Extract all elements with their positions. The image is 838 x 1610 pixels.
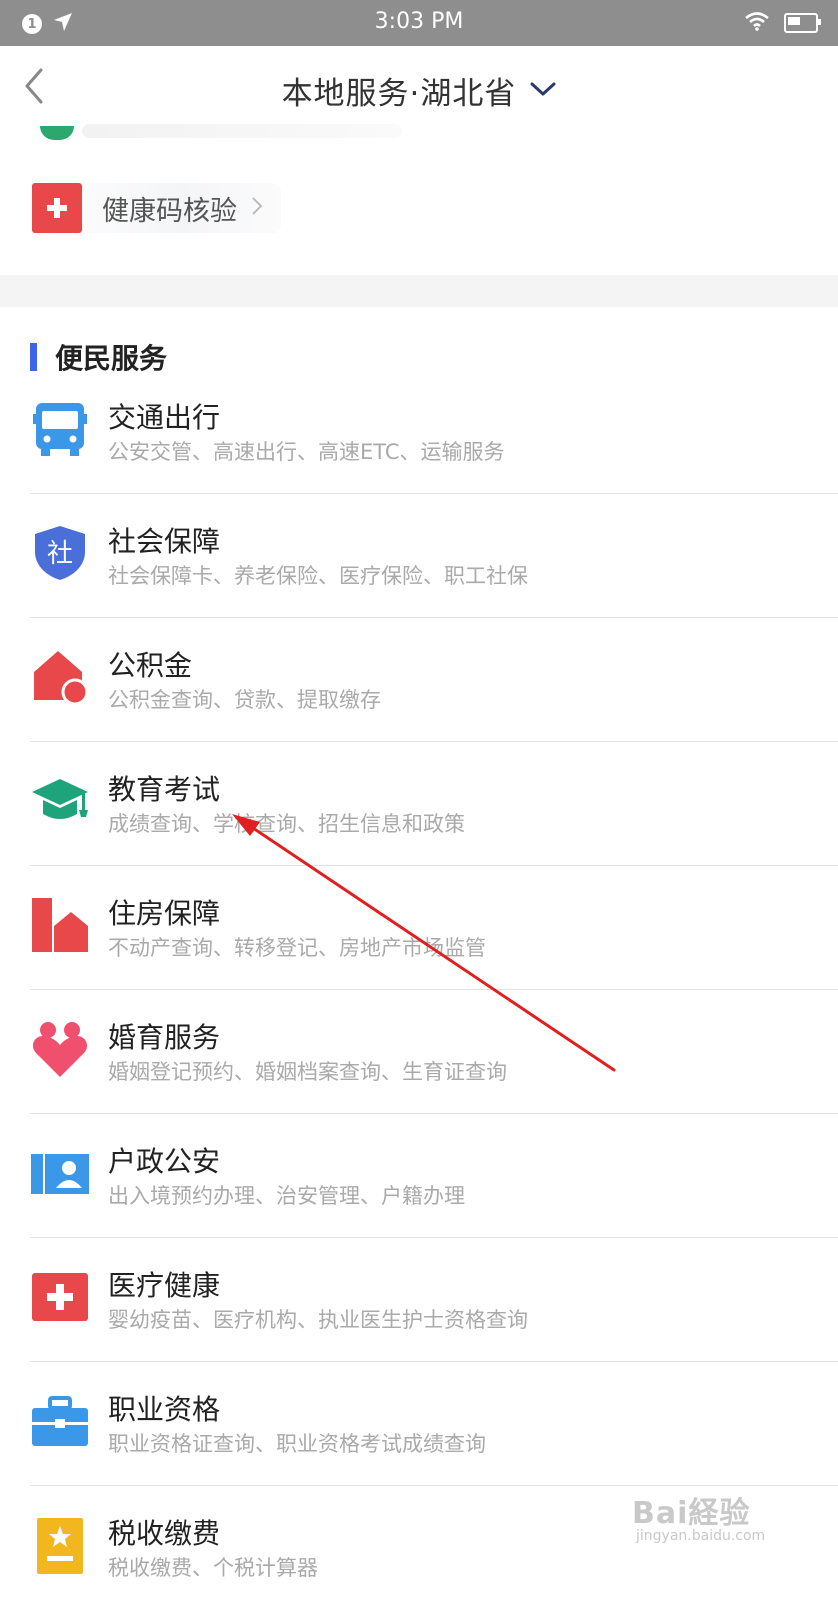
- status-time: 3:03 PM: [374, 9, 464, 34]
- service-row-education[interactable]: 教育考试 成绩查询、学校查询、招生信息和政策: [0, 742, 838, 866]
- status-bar: 1 3:03 PM: [0, 0, 838, 46]
- service-subtitle: 婴幼疫苗、医疗机构、执业医生护士资格查询: [108, 1308, 528, 1332]
- graduation-cap-icon: [31, 772, 89, 830]
- service-title: 交通出行: [108, 401, 221, 434]
- service-title: 教育考试: [108, 773, 221, 806]
- service-title: 公积金: [108, 649, 193, 682]
- heart-icon: [31, 1020, 89, 1078]
- service-title: 社会保障: [108, 525, 221, 558]
- health-code-check-button[interactable]: 健康码核验: [32, 183, 281, 233]
- service-title: 户政公安: [108, 1145, 221, 1178]
- chevron-down-icon: [530, 81, 556, 101]
- section-accent-bar: [30, 343, 37, 371]
- tax-icon: [31, 1516, 89, 1574]
- partial-item-bar: [82, 124, 402, 138]
- service-row-healthcare[interactable]: 医疗健康 婴幼疫苗、医疗机构、执业医生护士资格查询: [0, 1238, 838, 1362]
- service-row-housing-fund[interactable]: 公积金 公积金查询、贷款、提取缴存: [0, 618, 838, 742]
- service-title: 税收缴费: [108, 1517, 221, 1550]
- watermark-brand: Bai経验: [632, 1496, 751, 1531]
- briefcase-icon: [31, 1392, 89, 1450]
- service-row-professional-qualification[interactable]: 职业资格 职业资格证查询、职业资格考试成绩查询: [0, 1362, 838, 1486]
- shield-icon-text: 社: [47, 539, 73, 569]
- service-subtitle: 公积金查询、贷款、提取缴存: [108, 688, 381, 712]
- service-subtitle: 出入境预约办理、治安管理、户籍办理: [108, 1184, 465, 1208]
- service-title: 住房保障: [108, 897, 221, 930]
- section-divider-band: [0, 275, 838, 307]
- status-right-group: [744, 11, 821, 35]
- service-subtitle: 婚姻登记预约、婚姻档案查询、生育证查询: [108, 1060, 507, 1084]
- health-code-check-label: 健康码核验: [102, 195, 237, 227]
- service-title: 婚育服务: [108, 1021, 221, 1054]
- service-subtitle: 不动产查询、转移登记、房地产市场监管: [108, 936, 486, 960]
- service-subtitle: 公安交管、高速出行、高速ETC、运输服务: [108, 440, 505, 464]
- housing-icon: [31, 896, 89, 954]
- watermark-logo: Bai経验 jingyan.baidu.com: [632, 1488, 822, 1550]
- service-row-household-police[interactable]: 户政公安 出入境预约办理、治安管理、户籍办理: [0, 1114, 838, 1238]
- service-row-traffic[interactable]: 交通出行 公安交管、高速出行、高速ETC、运输服务: [0, 370, 838, 494]
- id-card-icon: [31, 1144, 89, 1202]
- partial-service-item: [38, 118, 402, 142]
- services-list: 交通出行 公安交管、高速出行、高速ETC、运输服务 社 社会保障 社会保障卡、养…: [0, 370, 838, 1610]
- medical-cross-icon: [32, 183, 82, 233]
- battery-icon: [784, 13, 821, 33]
- service-row-housing-security[interactable]: 住房保障 不动产查询、转移登记、房地产市场监管: [0, 866, 838, 990]
- chevron-right-icon: [251, 196, 263, 220]
- house-fund-icon: [31, 648, 89, 706]
- service-subtitle: 职业资格证查询、职业资格考试成绩查询: [108, 1432, 486, 1456]
- service-title: 医疗健康: [108, 1269, 221, 1302]
- service-subtitle: 社会保障卡、养老保险、医疗保险、职工社保: [108, 564, 528, 588]
- shield-icon: 社: [31, 524, 89, 582]
- partial-green-icon: [40, 126, 74, 140]
- page-title: 本地服务·湖北省: [281, 76, 517, 112]
- service-row-marriage[interactable]: 婚育服务 婚姻登记预约、婚姻档案查询、生育证查询: [0, 990, 838, 1114]
- medical-cross-icon: [31, 1268, 89, 1326]
- service-row-social-security[interactable]: 社 社会保障 社会保障卡、养老保险、医疗保险、职工社保: [0, 494, 838, 618]
- wifi-icon: [744, 11, 770, 35]
- service-subtitle: 税收缴费、个税计算器: [108, 1556, 318, 1580]
- bus-icon: [31, 400, 89, 458]
- watermark-url: jingyan.baidu.com: [636, 1528, 766, 1544]
- service-subtitle: 成绩查询、学校查询、招生信息和政策: [108, 812, 465, 836]
- region-selector[interactable]: 本地服务·湖北省: [0, 68, 838, 113]
- service-title: 职业资格: [108, 1393, 221, 1426]
